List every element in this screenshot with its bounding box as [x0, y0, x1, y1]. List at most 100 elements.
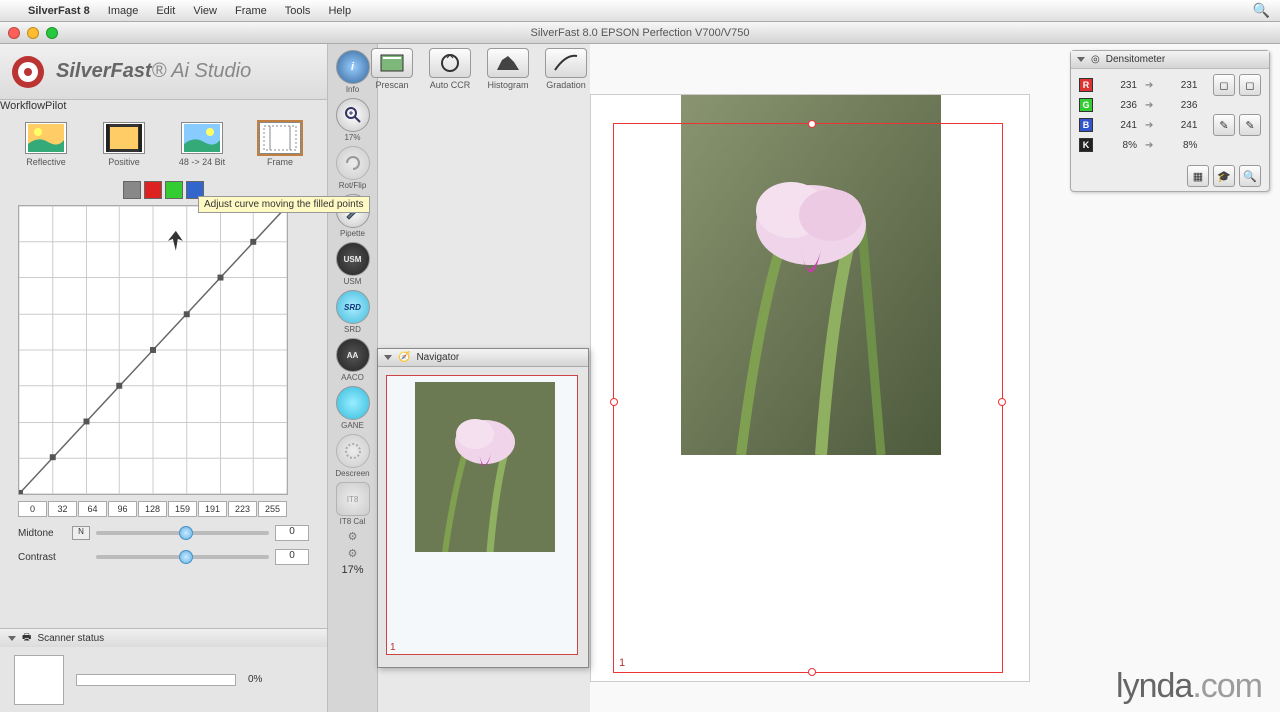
- gradation-curve[interactable]: [18, 205, 288, 495]
- source-frame[interactable]: Frame: [252, 122, 308, 167]
- curve-val-1[interactable]: 32: [48, 501, 77, 517]
- source-frame-label: Frame: [252, 157, 308, 167]
- midtone-label: Midtone: [18, 528, 66, 539]
- handle-right[interactable]: [998, 398, 1006, 406]
- menu-tools[interactable]: Tools: [285, 5, 311, 17]
- tool-zoom[interactable]: 17%: [333, 98, 373, 142]
- densi-row-g: G236➔236: [1079, 95, 1261, 115]
- densitometer-panel[interactable]: ◎Densitometer R231➔231 ◻◻ G236➔236 B241➔…: [1070, 50, 1270, 192]
- tool-info[interactable]: iInfo: [333, 50, 373, 94]
- app-menu[interactable]: SilverFast 8: [28, 5, 90, 17]
- densi-row-k: K8%➔8%: [1079, 135, 1261, 155]
- disclosure-icon[interactable]: [8, 636, 16, 641]
- tool-descreen[interactable]: Descreen: [333, 434, 373, 478]
- menu-frame[interactable]: Frame: [235, 5, 267, 17]
- midtone-n[interactable]: N: [72, 526, 90, 540]
- arrow-icon: ➔: [1145, 80, 1153, 91]
- midtone-value[interactable]: 0: [275, 525, 309, 541]
- source-reflective-label: Reflective: [18, 157, 74, 167]
- curve-val-3[interactable]: 96: [108, 501, 137, 517]
- curve-val-8[interactable]: 255: [258, 501, 287, 517]
- tool-aaco[interactable]: AAAACO: [333, 338, 373, 382]
- curve-val-2[interactable]: 64: [78, 501, 107, 517]
- bottom-zoom: 17%: [341, 564, 363, 576]
- tool-usm[interactable]: USMUSM: [333, 242, 373, 286]
- densi-btn-2[interactable]: ◻: [1239, 74, 1261, 96]
- tool-gear2[interactable]: ⚙: [333, 547, 373, 560]
- source-bitdepth-label: 48 -> 24 Bit: [174, 157, 230, 167]
- source-positive[interactable]: Positive: [96, 122, 152, 167]
- handle-bottom[interactable]: [808, 668, 816, 676]
- status-thumbnail: [14, 655, 64, 705]
- preview-canvas[interactable]: 1: [590, 94, 1030, 682]
- selection-box[interactable]: [613, 123, 1003, 673]
- status-percent: 0%: [248, 674, 262, 685]
- curve-values: 0 32 64 96 128 159 191 223 255: [18, 501, 309, 517]
- preview-area: 1 ◎Densitometer R231➔231 ◻◻ G236➔236 B24…: [590, 44, 1280, 712]
- tool-gear1[interactable]: ⚙: [333, 530, 373, 543]
- densi-action-2[interactable]: 🎓: [1213, 165, 1235, 187]
- source-bar: Reflective Positive 48 -> 24 Bit Frame: [0, 112, 327, 177]
- handle-left[interactable]: [610, 398, 618, 406]
- tool-it8[interactable]: IT8IT8 Cal: [333, 482, 373, 526]
- tool-gane[interactable]: GANE: [333, 386, 373, 430]
- midtone-knob[interactable]: [179, 526, 193, 540]
- menu-edit[interactable]: Edit: [156, 5, 175, 17]
- spotlight-icon[interactable]: 🔍: [1253, 2, 1270, 19]
- tool-rotflip[interactable]: Rot/Flip: [333, 146, 373, 190]
- midtone-slider-row: Midtone N 0: [18, 525, 309, 541]
- channel-g-icon: G: [1079, 98, 1093, 112]
- printer-icon: 🖶: [22, 630, 31, 647]
- curve-val-7[interactable]: 223: [228, 501, 257, 517]
- contrast-knob[interactable]: [179, 550, 193, 564]
- navigator-frame[interactable]: [386, 375, 578, 655]
- navigator-title: Navigator: [416, 352, 459, 363]
- vertical-toolcolumn: iInfo 17% Rot/Flip Pipette USMUSM SRDSRD…: [328, 44, 378, 712]
- tool-srd[interactable]: SRDSRD: [333, 290, 373, 334]
- scanner-status-panel: 🖶 Scanner status 0%: [0, 628, 327, 712]
- channel-green[interactable]: [165, 181, 183, 199]
- navigator-window[interactable]: 🧭 Navigator 1: [377, 348, 589, 668]
- menu-help[interactable]: Help: [328, 5, 351, 17]
- window-titlebar: SilverFast 8.0 EPSON Perfection V700/V75…: [0, 22, 1280, 44]
- status-title: Scanner status: [37, 633, 104, 644]
- densitometer-title: Densitometer: [1106, 54, 1165, 65]
- curve-val-6[interactable]: 191: [198, 501, 227, 517]
- densi-action-3[interactable]: 🔍: [1239, 165, 1261, 187]
- contrast-slider[interactable]: [96, 555, 269, 559]
- navigator-frame-index: 1: [390, 642, 396, 653]
- channel-k-icon: K: [1079, 138, 1093, 152]
- preview-frame-index: 1: [619, 657, 625, 669]
- channel-red[interactable]: [144, 181, 162, 199]
- logo-area: SilverFast® Ai Studio: [0, 44, 327, 100]
- contrast-value[interactable]: 0: [275, 549, 309, 565]
- window-title: SilverFast 8.0 EPSON Perfection V700/V75…: [0, 27, 1280, 39]
- densi-row-b: B241➔241 ✎✎: [1079, 115, 1261, 135]
- watermark: lynda.com: [1116, 667, 1262, 706]
- disclosure-icon[interactable]: [1077, 57, 1085, 62]
- menu-view[interactable]: View: [193, 5, 217, 17]
- channel-gray[interactable]: [123, 181, 141, 199]
- navigator-icon: 🧭: [398, 352, 410, 363]
- densi-btn-4[interactable]: ✎: [1239, 114, 1261, 136]
- contrast-label: Contrast: [18, 552, 66, 563]
- source-reflective[interactable]: Reflective: [18, 122, 74, 167]
- macos-menubar: SilverFast 8 Image Edit View Frame Tools…: [0, 0, 1280, 22]
- densi-btn-3[interactable]: ✎: [1213, 114, 1235, 136]
- menu-image[interactable]: Image: [108, 5, 139, 17]
- disclosure-icon[interactable]: [384, 355, 392, 360]
- source-positive-label: Positive: [96, 157, 152, 167]
- curve-val-4[interactable]: 128: [138, 501, 167, 517]
- midtone-slider[interactable]: [96, 531, 269, 535]
- curve-val-0[interactable]: 0: [18, 501, 47, 517]
- curve-val-5[interactable]: 159: [168, 501, 197, 517]
- channel-b-icon: B: [1079, 118, 1093, 132]
- densi-action-1[interactable]: ▦: [1187, 165, 1209, 187]
- handle-top[interactable]: [808, 120, 816, 128]
- left-panel: SilverFast® Ai Studio WorkflowPilot Refl…: [0, 44, 328, 712]
- navigator-thumbnail: [415, 382, 555, 552]
- workflowpilot-icon[interactable]: [10, 54, 46, 90]
- densi-row-r: R231➔231 ◻◻: [1079, 75, 1261, 95]
- densi-btn-1[interactable]: ◻: [1213, 74, 1235, 96]
- source-bitdepth[interactable]: 48 -> 24 Bit: [174, 122, 230, 167]
